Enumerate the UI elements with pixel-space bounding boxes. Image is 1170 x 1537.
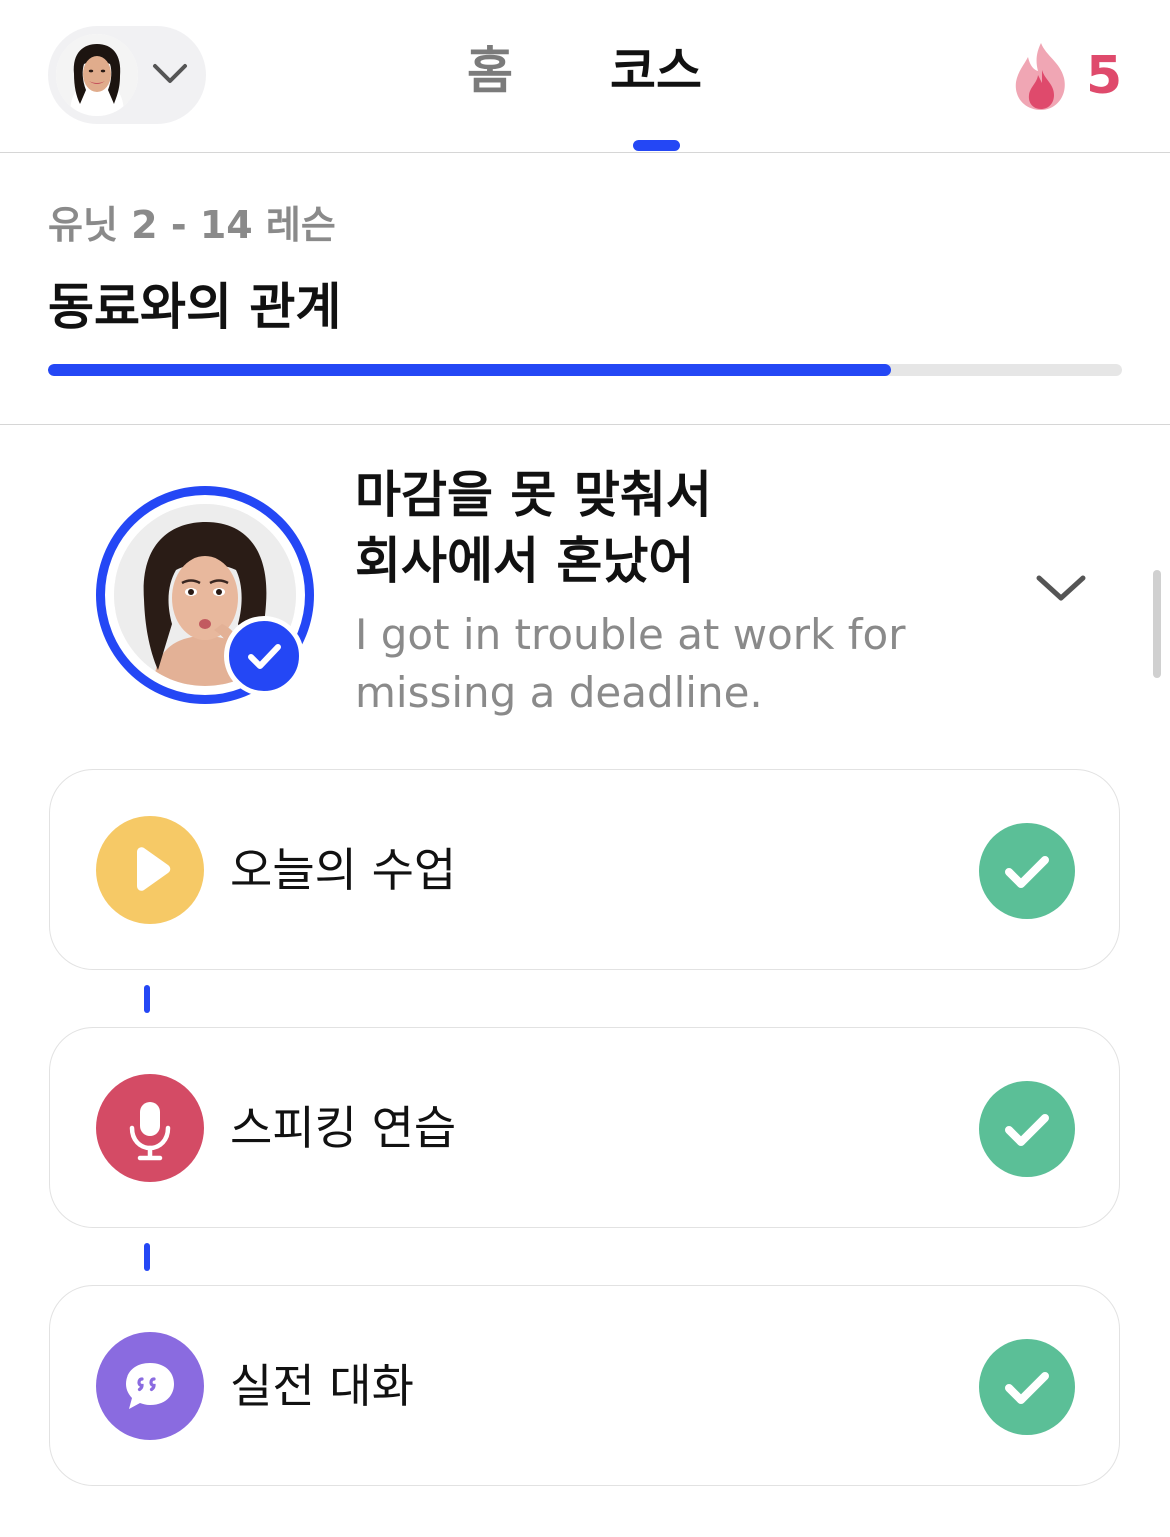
completed-check-icon xyxy=(979,823,1075,919)
flame-icon xyxy=(1010,40,1072,116)
lesson-title-line: 마감을 못 맞춰서 xyxy=(355,466,712,524)
active-tab-indicator xyxy=(633,140,680,151)
microphone-icon xyxy=(129,1102,171,1161)
lesson-translation-line: I got in trouble at work for xyxy=(355,610,906,659)
streak-count: 5 xyxy=(1086,46,1123,106)
activity-card-todays-lesson[interactable]: 오늘의 수업 xyxy=(49,769,1120,970)
lesson-title: 마감을 못 맞춰서 회사에서 혼났어 xyxy=(355,462,995,594)
unit-progress-bar xyxy=(48,364,1122,376)
top-navigation-bar: 홈 코스 5 xyxy=(0,0,1170,153)
tab-home[interactable]: 홈 xyxy=(440,36,540,106)
scrollbar[interactable] xyxy=(1153,570,1161,678)
unit-subtitle: 유닛 2 - 14 레슨 xyxy=(48,203,336,247)
activity-label: 실전 대화 xyxy=(230,1359,414,1413)
lesson-complete-badge xyxy=(224,616,304,696)
activity-card-speaking-practice[interactable]: 스피킹 연습 xyxy=(49,1027,1120,1228)
unit-title: 동료와의 관계 xyxy=(48,278,342,336)
activity-card-real-conversation[interactable]: 실전 대화 xyxy=(49,1285,1120,1486)
chevron-down-icon xyxy=(152,61,188,91)
completed-check-icon xyxy=(979,1081,1075,1177)
unit-progress-fill xyxy=(48,364,892,376)
activity-connector xyxy=(144,985,150,1013)
activity-icon-background xyxy=(96,816,204,924)
section-divider xyxy=(0,424,1170,425)
profile-switcher[interactable] xyxy=(48,26,206,124)
activity-connector xyxy=(144,1243,150,1271)
lesson-translation: I got in trouble at work for missing a d… xyxy=(355,606,995,722)
user-avatar xyxy=(56,34,138,116)
lesson-translation-line: missing a deadline. xyxy=(355,668,763,717)
activity-label: 오늘의 수업 xyxy=(230,843,457,897)
expand-lesson-chevron-icon[interactable] xyxy=(1035,570,1087,610)
activity-label: 스피킹 연습 xyxy=(230,1101,457,1155)
completed-check-icon xyxy=(979,1339,1075,1435)
lesson-title-line: 회사에서 혼났어 xyxy=(355,532,695,590)
chat-bubble-icon xyxy=(126,1363,174,1409)
activity-icon-background xyxy=(96,1332,204,1440)
activity-icon-background xyxy=(96,1074,204,1182)
tab-course[interactable]: 코스 xyxy=(596,36,716,106)
play-icon xyxy=(137,847,171,891)
